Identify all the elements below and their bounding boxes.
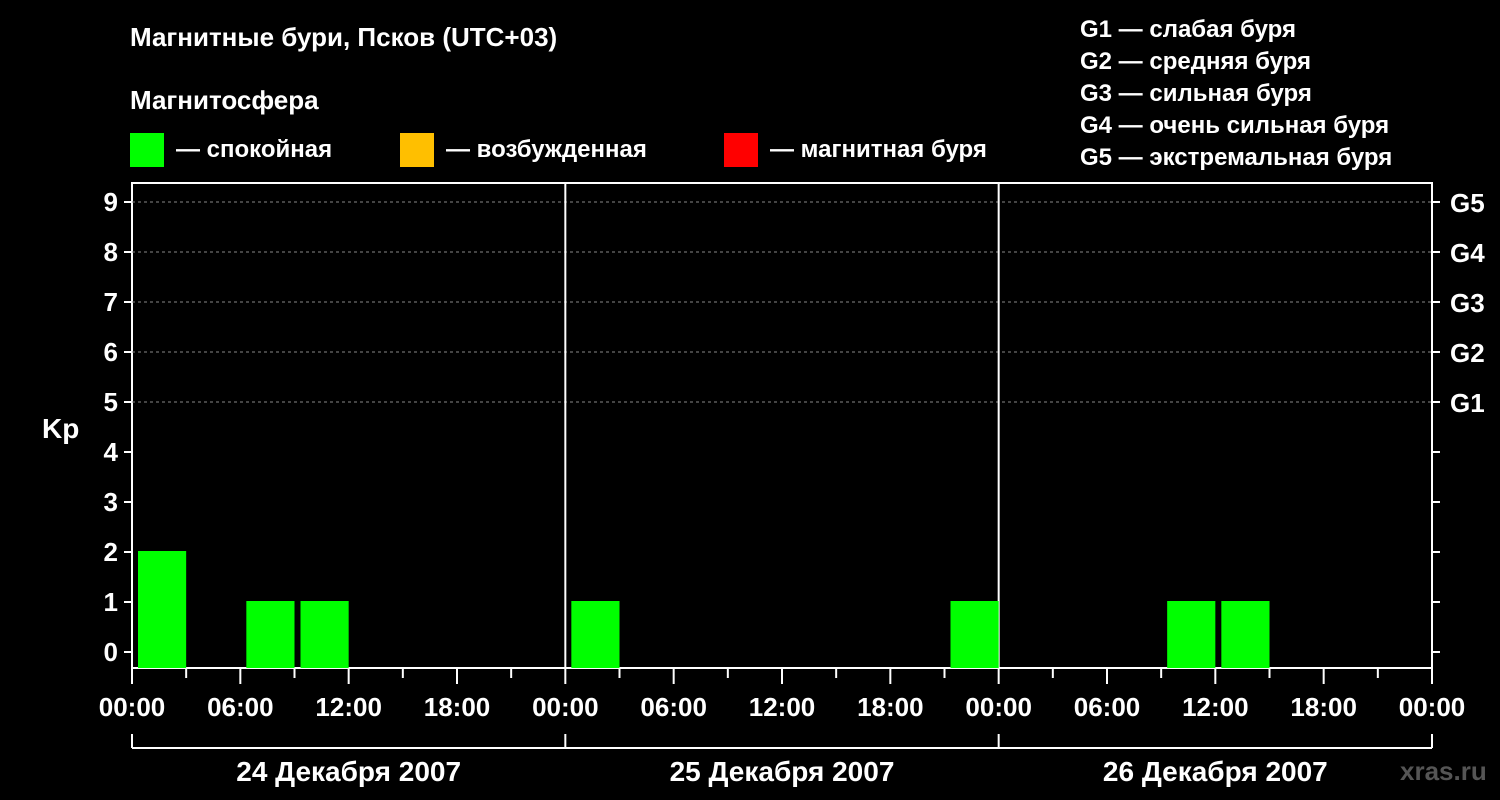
y-tick-label: 2 [104, 537, 118, 567]
day-label: 25 Декабря 2007 [670, 756, 895, 787]
y-tick-label: 8 [104, 237, 118, 267]
x-tick-label: 06:00 [1074, 692, 1141, 722]
g-tick-label: G2 [1450, 338, 1485, 368]
x-tick-label: 00:00 [965, 692, 1032, 722]
kp-bar [1221, 601, 1270, 668]
day-label: 26 Декабря 2007 [1103, 756, 1328, 787]
y-tick-label: 0 [104, 637, 118, 667]
x-tick-label: 12:00 [1182, 692, 1249, 722]
y-tick-label: 6 [104, 337, 118, 367]
x-tick-label: 18:00 [424, 692, 491, 722]
y-tick-label: 9 [104, 187, 118, 217]
y-tick-label: 1 [104, 587, 118, 617]
x-tick-label: 18:00 [857, 692, 924, 722]
x-tick-label: 12:00 [315, 692, 382, 722]
kp-bar [950, 601, 999, 668]
g-tick-label: G3 [1450, 288, 1485, 318]
x-tick-label: 00:00 [532, 692, 599, 722]
kp-bar [571, 601, 620, 668]
x-tick-label: 00:00 [99, 692, 166, 722]
x-tick-label: 06:00 [207, 692, 274, 722]
kp-bar [138, 551, 187, 668]
x-tick-label: 18:00 [1290, 692, 1357, 722]
y-tick-label: 3 [104, 487, 118, 517]
y-tick-label: 5 [104, 387, 118, 417]
y-axis-label: Kp [42, 413, 79, 444]
watermark: xras.ru [1400, 756, 1487, 786]
x-tick-label: 00:00 [1399, 692, 1466, 722]
kp-bar [300, 601, 349, 668]
kp-bar [246, 601, 295, 668]
day-label: 24 Декабря 2007 [236, 756, 461, 787]
kp-bar-chart: 0 1 2 3 4 5 6 7 8 9 G1 G2 G3 G4 G5 Kp 00:00 06:00 12:00 18:… [42, 182, 1485, 787]
y-tick-label: 7 [104, 287, 118, 317]
g-tick-label: G1 [1450, 388, 1485, 418]
x-tick-label: 06:00 [640, 692, 707, 722]
x-tick-label: 12:00 [749, 692, 816, 722]
g-tick-label: G4 [1450, 238, 1485, 268]
g-tick-label: G5 [1450, 188, 1485, 218]
y-tick-label: 4 [104, 437, 119, 467]
kp-bar [1167, 601, 1216, 668]
plot-frame [131, 182, 1433, 669]
